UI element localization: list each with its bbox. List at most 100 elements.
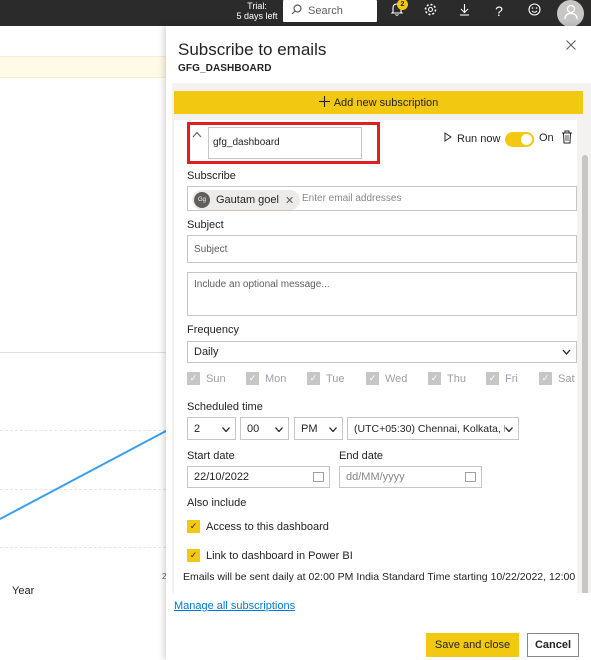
day-checkbox-tue[interactable]: ✓ Tue: [307, 372, 345, 385]
smiley-icon: [527, 3, 541, 19]
frequency-dropdown[interactable]: Daily: [187, 341, 577, 363]
notifications-button[interactable]: 2: [386, 0, 408, 21]
ampm-value: PM: [301, 422, 318, 435]
end-date-label: End date: [339, 450, 384, 462]
trial-line-2: 5 days left: [236, 11, 278, 21]
play-icon: [444, 132, 452, 145]
include-link-checkbox[interactable]: ✓ Link to dashboard in Power BI: [187, 549, 353, 562]
toggle-knob: [521, 134, 532, 145]
day-checkbox-wed[interactable]: ✓ Wed: [366, 372, 407, 385]
report-banner: [0, 56, 166, 78]
search-box[interactable]: Search: [283, 0, 377, 22]
frequency-value: Daily: [194, 346, 219, 358]
start-date-picker[interactable]: 22/10/2022: [187, 466, 330, 488]
start-date-label: Start date: [187, 450, 235, 462]
include-dashboard-checkbox[interactable]: ✓ Access to this dashboard: [187, 520, 329, 533]
add-subscription-button[interactable]: Add new subscription: [174, 91, 583, 114]
chevron-down-icon: [222, 423, 230, 435]
subscribe-panel: Subscribe to emails GFG_DASHBOARD Add ne…: [166, 26, 591, 660]
highlighted-name-area: gfg_dashboard: [187, 122, 380, 164]
plus-icon: [318, 95, 330, 110]
timezone-value: (UTC+05:30) Chennai, Kolkata, Mu: [354, 422, 505, 435]
chart-axis-label: Year: [12, 585, 35, 597]
end-date-placeholder: dd/MM/yyyy: [346, 471, 405, 483]
trash-icon: [561, 130, 573, 147]
minute-value: 00: [247, 422, 260, 435]
email-placeholder: Enter email addresses: [302, 193, 402, 204]
day-checkbox-mon[interactable]: ✓ Mon: [246, 372, 286, 385]
download-button[interactable]: [453, 1, 475, 21]
checkmark-icon: ✓: [486, 372, 499, 385]
end-date-picker[interactable]: dd/MM/yyyy: [339, 466, 482, 488]
checkmark-icon: ✓: [187, 520, 200, 533]
cancel-button[interactable]: Cancel: [527, 633, 579, 657]
user-icon: [563, 4, 578, 23]
save-and-close-button[interactable]: Save and close: [426, 633, 519, 657]
manage-subscriptions-link[interactable]: Manage all subscriptions: [174, 600, 295, 612]
trial-status: Trial: 5 days left: [234, 0, 280, 21]
toggle-label: On: [539, 132, 554, 144]
subscribe-label: Subscribe: [187, 170, 236, 182]
settings-button[interactable]: [419, 1, 441, 21]
message-textarea[interactable]: Include an optional message...: [187, 272, 577, 316]
checkmark-icon: ✓: [428, 372, 441, 385]
account-avatar[interactable]: [557, 0, 584, 27]
search-placeholder: Search: [308, 5, 343, 17]
schedule-info-text: Emails will be sent daily at 02:00 PM In…: [183, 571, 575, 583]
ampm-dropdown[interactable]: PM: [294, 417, 343, 440]
chevron-up-icon[interactable]: [192, 130, 204, 142]
run-now-label: Run now: [457, 132, 501, 145]
checkmark-icon: ✓: [246, 372, 259, 385]
recipient-chip: Gg Gautam goel ✕: [192, 190, 301, 210]
close-button[interactable]: [563, 37, 579, 53]
subscription-toggle[interactable]: [505, 132, 534, 147]
chevron-down-icon: [275, 423, 283, 435]
day-label: Sun: [206, 372, 226, 385]
hour-dropdown[interactable]: 2: [187, 417, 236, 440]
feedback-button[interactable]: [523, 1, 545, 21]
help-icon: ?: [495, 3, 503, 19]
add-subscription-label: Add new subscription: [333, 96, 439, 109]
run-now-button[interactable]: Run now: [444, 132, 500, 145]
hour-value: 2: [194, 422, 201, 435]
include-link-label: Link to dashboard in Power BI: [206, 549, 353, 562]
message-placeholder: Include an optional message...: [194, 279, 330, 290]
remove-recipient-icon[interactable]: ✕: [285, 194, 294, 207]
subscription-name-input[interactable]: gfg_dashboard: [208, 127, 362, 159]
day-label: Mon: [265, 372, 287, 385]
recipient-avatar: Gg: [194, 192, 210, 208]
frequency-label: Frequency: [187, 324, 239, 336]
calendar-icon: [465, 472, 476, 482]
day-label: Thu: [447, 372, 466, 385]
subscriptions-scroll-area: Add new subscription gfg_dashboard Run n…: [172, 83, 591, 593]
recipient-name: Gautam goel: [216, 194, 279, 206]
checkmark-icon: ✓: [187, 549, 200, 562]
checkmark-icon: ✓: [539, 372, 552, 385]
chevron-down-icon: [329, 423, 337, 435]
minute-dropdown[interactable]: 00: [240, 417, 289, 440]
day-checkbox-sat[interactable]: ✓ Sat: [539, 372, 575, 385]
timezone-dropdown[interactable]: (UTC+05:30) Chennai, Kolkata, Mu: [347, 417, 519, 440]
subject-input[interactable]: Subject: [187, 235, 577, 263]
include-dashboard-label: Access to this dashboard: [206, 520, 329, 533]
day-checkbox-thu[interactable]: ✓ Thu: [428, 372, 466, 385]
day-label: Fri: [505, 372, 518, 385]
delete-button[interactable]: [561, 130, 575, 146]
chevron-down-icon: [562, 346, 571, 358]
checkmark-icon: ✓: [307, 372, 320, 385]
start-date-value: 22/10/2022: [194, 471, 250, 483]
calendar-icon: [313, 472, 324, 482]
day-checkbox-fri[interactable]: ✓ Fri: [486, 372, 518, 385]
checkmark-icon: ✓: [187, 372, 200, 385]
help-button[interactable]: ?: [488, 1, 510, 21]
panel-subtitle: GFG_DASHBOARD: [178, 63, 272, 74]
subject-label: Subject: [187, 219, 224, 231]
top-bar: Trial: 5 days left Search 2 ?: [0, 0, 591, 27]
scrollbar[interactable]: [582, 120, 588, 593]
gear-icon: [424, 3, 437, 19]
also-include-label: Also include: [187, 497, 247, 509]
scrollbar-thumb[interactable]: [582, 155, 588, 593]
download-icon: [459, 3, 470, 19]
recipients-field[interactable]: Gg Gautam goel ✕ Enter email addresses: [187, 186, 577, 211]
day-checkbox-sun[interactable]: ✓ Sun: [187, 372, 226, 385]
